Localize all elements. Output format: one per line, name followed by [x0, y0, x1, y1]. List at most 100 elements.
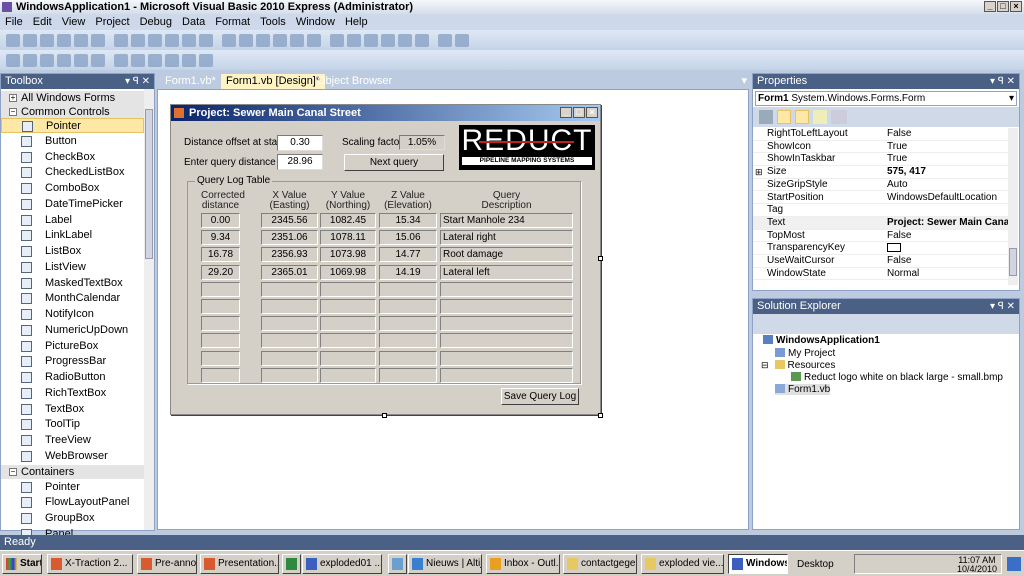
property-row-showintaskbar[interactable]: ShowInTaskbar True — [753, 153, 1009, 167]
menu-help[interactable]: Help — [340, 14, 373, 30]
menu-window[interactable]: Window — [291, 14, 340, 30]
toolbar-button-icon[interactable] — [91, 33, 105, 47]
categorized-icon[interactable] — [759, 110, 773, 124]
toolbar-button-icon[interactable] — [199, 33, 213, 47]
property-value[interactable]: False — [887, 230, 1009, 242]
toolbar-button-icon[interactable] — [148, 33, 162, 47]
tab-object-browser[interactable]: Object Browser — [312, 74, 397, 89]
toolbox-item-progressbar[interactable]: ProgressBar — [1, 354, 144, 369]
toolbar-button-icon[interactable] — [438, 33, 452, 47]
tree-my-project[interactable]: My Project — [775, 348, 835, 359]
toolbar-button-icon[interactable] — [74, 53, 88, 67]
taskbar-button[interactable]: WindowsA... — [728, 554, 788, 574]
toolbox-item-webbrowser[interactable]: WebBrowser — [1, 449, 144, 464]
toolbar-button-icon[interactable] — [114, 33, 128, 47]
panel-pin-close-icons[interactable]: ▾ ꟼ ✕ — [125, 74, 150, 89]
toolbox-item-flowlayoutpanel[interactable]: FlowLayoutPanel — [1, 495, 144, 510]
expand-icon[interactable]: + — [9, 94, 17, 102]
toolbox-item-maskedtextbox[interactable]: MaskedTextBox — [1, 276, 144, 291]
toolbox-item-checkbox[interactable]: CheckBox — [1, 150, 144, 165]
toolbox-scrollbar[interactable] — [144, 89, 154, 530]
tab-overflow-chevron-icon[interactable]: ▾ — [741, 74, 747, 87]
property-row-text[interactable]: Text Project: Sewer Main Canal Street — [753, 216, 1009, 230]
tab-form1-vb-[interactable]: Form1.vb* — [160, 74, 221, 89]
menu-tools[interactable]: Tools — [255, 14, 291, 30]
menu-view[interactable]: View — [57, 14, 91, 30]
toolbox-item-radiobutton[interactable]: RadioButton — [1, 370, 144, 385]
tree-project[interactable]: WindowsApplication1 — [763, 335, 880, 346]
toolbox-item-button[interactable]: Button — [1, 134, 144, 149]
property-row-windowstate[interactable]: WindowState Normal — [753, 268, 1009, 281]
query-distance-input[interactable]: 28.96 — [277, 154, 323, 170]
panel-pin-close-icons[interactable]: ▾ ꟼ ✕ — [990, 299, 1015, 314]
properties-scrollbar[interactable] — [1008, 128, 1018, 285]
property-row-tag[interactable]: Tag — [753, 204, 1009, 217]
toolbar-button-icon[interactable] — [307, 33, 321, 47]
toolbar-button-icon[interactable] — [364, 33, 378, 47]
property-value[interactable]: 575, 417 — [887, 166, 1009, 178]
property-row-showicon[interactable]: ShowIcon True — [753, 141, 1009, 154]
property-value[interactable]: True — [887, 153, 1009, 165]
toolbox-group-all-windows-forms[interactable]: + All Windows Forms — [1, 91, 144, 105]
panel-pin-close-icons[interactable]: ▾ ꟼ ✕ — [990, 74, 1015, 89]
toolbar-button-icon[interactable] — [381, 33, 395, 47]
form-minimize-button[interactable]: _ — [560, 107, 572, 118]
toolbar-button-icon[interactable] — [6, 33, 20, 47]
toolbar-button-icon[interactable] — [6, 53, 20, 67]
resize-handle[interactable] — [598, 413, 603, 418]
menu-edit[interactable]: Edit — [28, 14, 57, 30]
property-row-startposition[interactable]: StartPosition WindowsDefaultLocation — [753, 192, 1009, 205]
tree-form1[interactable]: Form1.vb — [775, 384, 831, 395]
desktop-toolbar[interactable]: Desktop — [797, 559, 834, 570]
property-value[interactable]: True — [887, 141, 1009, 153]
toolbox-item-linklabel[interactable]: LinkLabel — [1, 228, 144, 243]
toolbar-button-icon[interactable] — [165, 53, 179, 67]
toolbox-item-checkedlistbox[interactable]: CheckedListBox — [1, 165, 144, 180]
menu-data[interactable]: Data — [177, 14, 210, 30]
property-value[interactable]: False — [887, 255, 1009, 267]
properties-icon[interactable] — [795, 110, 809, 124]
menu-debug[interactable]: Debug — [135, 14, 177, 30]
menu-file[interactable]: File — [0, 14, 28, 30]
toolbar-button-icon[interactable] — [273, 33, 287, 47]
taskbar-button[interactable] — [282, 554, 301, 574]
clock[interactable]: 11:07 AM 10/4/2010 — [957, 556, 997, 574]
form-designer-window[interactable]: Project: Sewer Main Canal Street _ □ × Dis… — [170, 104, 601, 415]
toolbox-item-numericupdown[interactable]: NumericUpDown — [1, 323, 144, 338]
collapse-icon[interactable]: − — [9, 107, 17, 116]
toolbox-item-listview[interactable]: ListView — [1, 260, 144, 275]
property-value[interactable]: WindowsDefaultLocation — [887, 192, 1009, 204]
property-value[interactable]: False — [887, 128, 1009, 140]
toolbar-button-icon[interactable] — [91, 53, 105, 67]
resize-handle[interactable] — [598, 256, 603, 261]
toolbar-button-icon[interactable] — [415, 33, 429, 47]
toolbar-button-icon[interactable] — [182, 53, 196, 67]
toolbox-item-combobox[interactable]: ComboBox — [1, 181, 144, 196]
tree-resources[interactable]: ⊟ Resources — [761, 360, 835, 371]
minimize-button[interactable]: _ — [984, 1, 996, 12]
toolbar-button-icon[interactable] — [114, 53, 128, 67]
toolbar-button-icon[interactable] — [131, 33, 145, 47]
property-row-righttoleftlayout[interactable]: RightToLeftLayout False — [753, 128, 1009, 141]
toolbar-button-icon[interactable] — [347, 33, 361, 47]
collapse-icon[interactable]: − — [9, 467, 17, 476]
toolbar-button-icon[interactable] — [57, 53, 71, 67]
toolbox-item-listbox[interactable]: ListBox — [1, 244, 144, 259]
taskbar-button[interactable]: exploded01 ... — [302, 554, 382, 574]
taskbar-button[interactable]: Pre-announc... — [137, 554, 197, 574]
property-value[interactable]: Normal — [887, 268, 1009, 280]
object-selector[interactable]: Form1 System.Windows.Forms.Form ▾ — [755, 91, 1017, 106]
taskbar-button[interactable] — [388, 554, 407, 574]
toolbox-item-picturebox[interactable]: PictureBox — [1, 339, 144, 354]
taskbar-button[interactable]: Inbox - Outl... — [486, 554, 560, 574]
close-button[interactable]: × — [1010, 1, 1022, 12]
next-query-button[interactable]: Next query — [344, 154, 444, 171]
toolbar-button-icon[interactable] — [57, 33, 71, 47]
toolbar-button-icon[interactable] — [74, 33, 88, 47]
events-icon[interactable] — [813, 110, 827, 124]
toolbar-button-icon[interactable] — [131, 53, 145, 67]
resize-handle[interactable] — [382, 413, 387, 418]
alphabetical-icon[interactable] — [777, 110, 791, 124]
toolbar-button-icon[interactable] — [222, 33, 236, 47]
toolbox-item-tooltip[interactable]: ToolTip — [1, 417, 144, 432]
